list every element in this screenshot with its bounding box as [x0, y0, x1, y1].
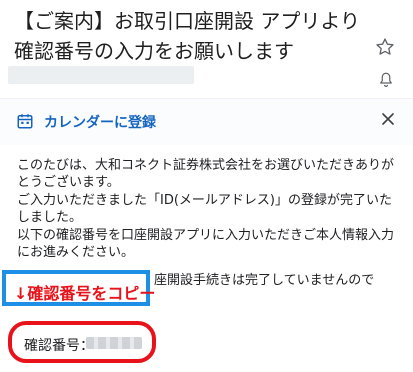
calendar-add-label[interactable]: カレンダーに登録 — [44, 112, 156, 132]
close-icon[interactable] — [381, 112, 395, 126]
copy-callout-label: ↓確認番号をコピー — [14, 284, 156, 303]
body-line: ご入力いただきました「ID(メールアドレス)」の登録が完了いたしました。 — [17, 192, 392, 226]
email-header: 【ご案内】お取引口座開設 アプリより確認番号の入力をお願いします — [0, 0, 413, 96]
confirmation-code-label: 確認番号： — [24, 338, 94, 354]
email-subject: 【ご案内】お取引口座開設 アプリより確認番号の入力をお願いします — [14, 9, 360, 63]
bell-icon[interactable] — [377, 71, 395, 89]
star-icon[interactable] — [375, 37, 395, 57]
calendar-icon — [17, 114, 33, 129]
sender-redacted — [8, 66, 194, 84]
body-line: 以下の確認番号を口座開設アプリに入力いただきご本人情報入力にお進みください。 — [17, 227, 395, 261]
email-body: このたびは、大和コネクト証券株式会社をお選びいただきありがとうございます。 ご入… — [17, 157, 401, 261]
confirmation-code-redacted[interactable] — [86, 337, 142, 349]
calendar-add-bar[interactable]: カレンダーに登録 — [0, 98, 413, 145]
copy-callout-box: ↓確認番号をコピー — [2, 270, 155, 306]
body-line-partial: 座開設手続きは完了していませんので — [154, 273, 375, 288]
body-line: このたびは、大和コネクト証券株式会社をお選びいただきありがとうございます。 — [17, 158, 395, 191]
confirmation-code-callout: 確認番号： — [8, 321, 156, 363]
